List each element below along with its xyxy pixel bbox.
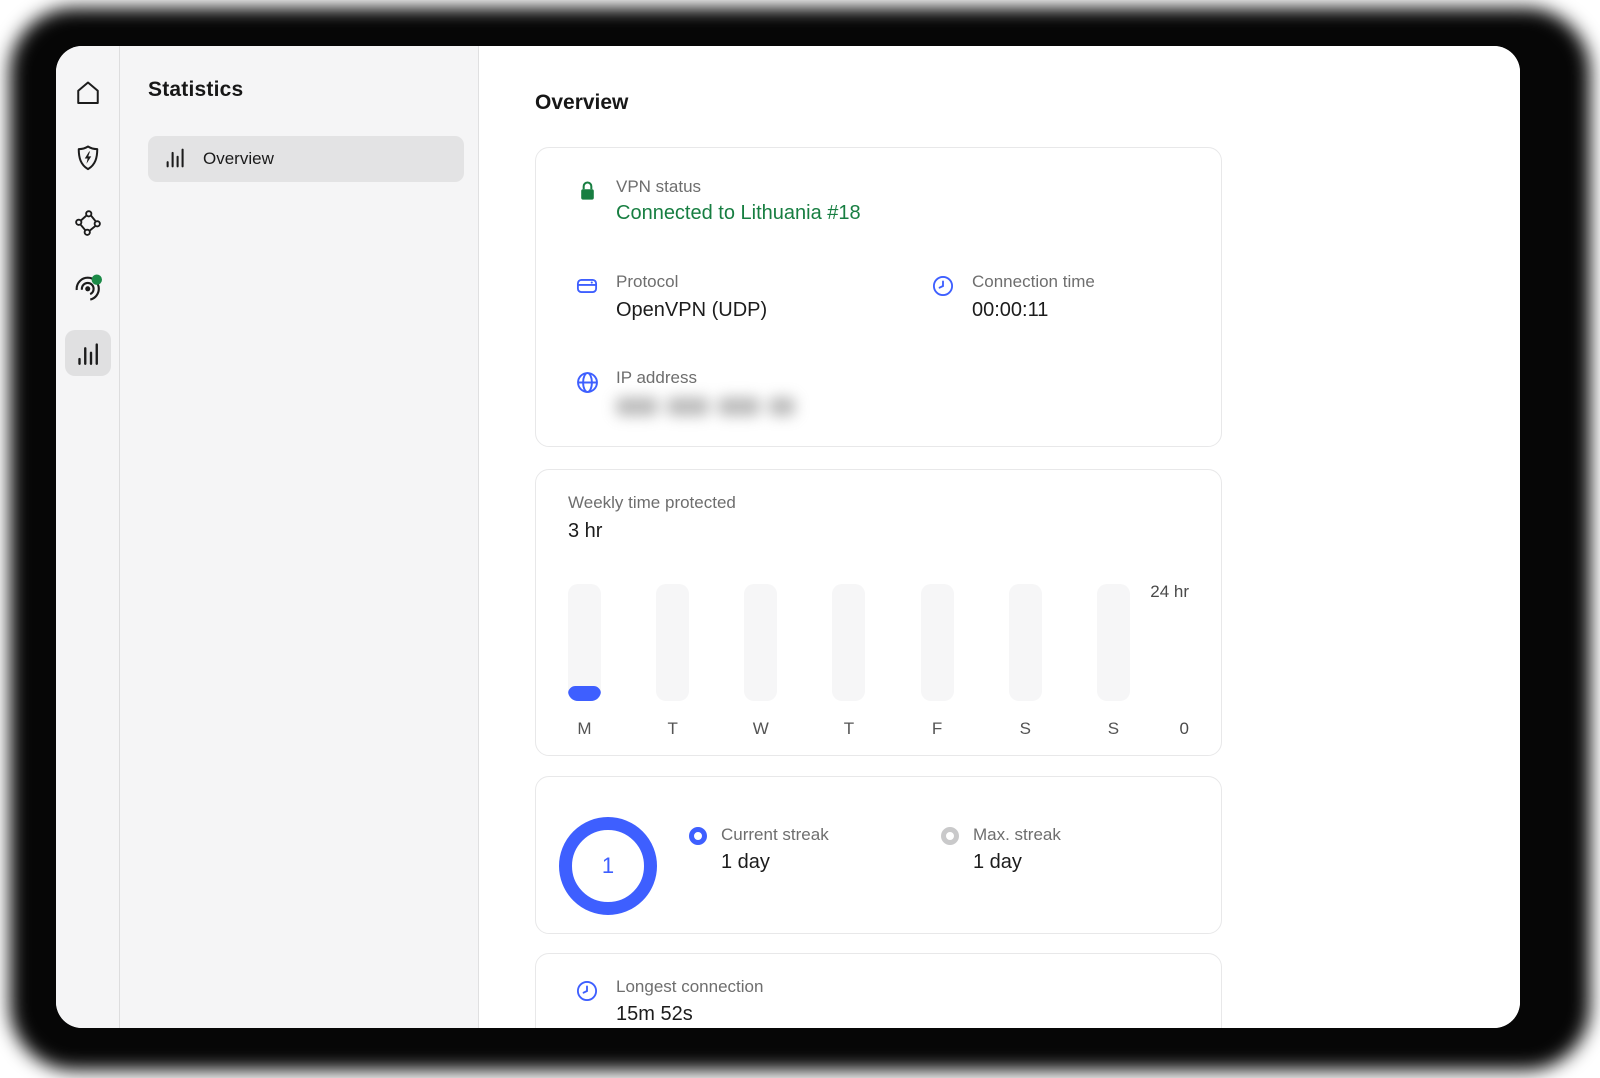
- bar-track: [921, 584, 954, 701]
- bars-group: M T W T: [568, 584, 1130, 739]
- bar-track: [744, 584, 777, 701]
- longest-connection-card: Longest connection 15m 52s: [535, 953, 1222, 1028]
- current-streak-item: Current streak 1 day: [689, 824, 941, 933]
- max-streak-label: Max. streak: [973, 824, 1061, 845]
- screen: Statistics Overview Overview: [0, 0, 1600, 1078]
- bar-chart-icon: [162, 144, 188, 175]
- day-label: F: [932, 719, 942, 739]
- streak-legend: Current streak 1 day Max. streak 1 day: [689, 824, 1061, 933]
- bar-column: T: [832, 584, 865, 739]
- day-label: M: [577, 719, 591, 739]
- rail-item-statistics[interactable]: [65, 330, 111, 376]
- connection-time-block: Connection time 00:00:11: [930, 271, 1183, 322]
- max-streak-value: 1 day: [973, 850, 1061, 875]
- max-streak-donut-icon: [941, 827, 959, 845]
- vpn-status-row: VPN status Connected to Lithuania #18: [574, 176, 1183, 225]
- weekly-bar-chart: M T W T: [568, 584, 1189, 739]
- streak-ring-value: 1: [602, 853, 614, 879]
- app-window: Statistics Overview Overview: [56, 46, 1520, 1028]
- main-content: Overview VPN status Connected to Lithuan…: [479, 46, 1520, 1028]
- home-icon: [73, 78, 103, 108]
- bar-value-pill: [568, 686, 601, 701]
- globe-icon: [574, 367, 600, 416]
- connection-time-label: Connection time: [972, 271, 1095, 292]
- ip-address-label: IP address: [616, 367, 795, 388]
- weekly-title: Weekly time protected: [568, 492, 1189, 513]
- current-streak-value: 1 day: [721, 850, 829, 875]
- day-label: S: [1108, 719, 1119, 739]
- protocol-label: Protocol: [616, 271, 767, 292]
- bar-column: T: [656, 584, 689, 739]
- protocol-value: OpenVPN (UDP): [616, 298, 767, 323]
- bar-column: M: [568, 584, 601, 739]
- bar-track: [832, 584, 865, 701]
- clock-icon: [574, 976, 600, 1027]
- bar-track: [1097, 584, 1130, 701]
- day-label: S: [1020, 719, 1031, 739]
- rail-item-meshnet[interactable]: [65, 200, 111, 246]
- radar-icon: [72, 272, 104, 304]
- vpn-status-label: VPN status: [616, 176, 861, 197]
- current-streak-label: Current streak: [721, 824, 829, 845]
- streak-ring: 1: [559, 817, 657, 915]
- ip-address-row: IP address: [574, 367, 1183, 416]
- protocol-connection-row: Protocol OpenVPN (UDP) Connection: [574, 271, 1183, 322]
- sidebar-item-overview[interactable]: Overview: [148, 136, 464, 182]
- streak-card: 1 Current streak 1 day Max. streak: [535, 776, 1222, 934]
- statistics-panel: Statistics Overview: [120, 46, 479, 1028]
- bar-column: S: [1009, 584, 1042, 739]
- bar-chart-icon: [73, 338, 103, 368]
- shield-bolt-icon: [73, 143, 103, 173]
- rail-item-threat-protection[interactable]: [65, 135, 111, 181]
- axis-min-label: 0: [1180, 719, 1189, 739]
- rail-item-home[interactable]: [65, 70, 111, 116]
- day-label: T: [844, 719, 854, 739]
- protocol-card-icon: [574, 271, 600, 322]
- sidebar-item-label: Overview: [203, 149, 274, 169]
- ip-address-redacted: [616, 397, 795, 416]
- protocol-block: Protocol OpenVPN (UDP): [574, 271, 930, 322]
- vpn-status-card: VPN status Connected to Lithuania #18: [535, 147, 1222, 447]
- page-title: Overview: [535, 91, 1520, 115]
- bar-track: [568, 584, 601, 701]
- clock-icon: [930, 271, 956, 322]
- bar-column: F: [921, 584, 954, 739]
- axis-max-label: 24 hr: [1150, 582, 1189, 602]
- day-label: W: [753, 719, 769, 739]
- weekly-total: 3 hr: [568, 519, 1189, 544]
- longest-connection-row: Longest connection 15m 52s: [574, 976, 1183, 1027]
- bar-column: W: [744, 584, 777, 739]
- rail-item-dark-web-monitor[interactable]: [65, 265, 111, 311]
- bar-track: [1009, 584, 1042, 701]
- longest-connection-value: 15m 52s: [616, 1002, 763, 1027]
- panel-title: Statistics: [148, 78, 464, 102]
- current-streak-donut-icon: [689, 827, 707, 845]
- weekly-time-card: Weekly time protected 3 hr M T: [535, 469, 1222, 756]
- y-axis-labels: 24 hr 0: [1130, 584, 1189, 739]
- vpn-status-value: Connected to Lithuania #18: [616, 202, 861, 225]
- max-streak-item: Max. streak 1 day: [941, 824, 1061, 933]
- lock-icon: [574, 176, 600, 225]
- icon-rail: [56, 46, 120, 1028]
- bar-column: S: [1097, 584, 1130, 739]
- bar-track: [656, 584, 689, 701]
- day-label: T: [667, 719, 677, 739]
- mesh-nodes-icon: [73, 208, 103, 238]
- longest-connection-label: Longest connection: [616, 976, 763, 997]
- connection-time-value: 00:00:11: [972, 298, 1095, 323]
